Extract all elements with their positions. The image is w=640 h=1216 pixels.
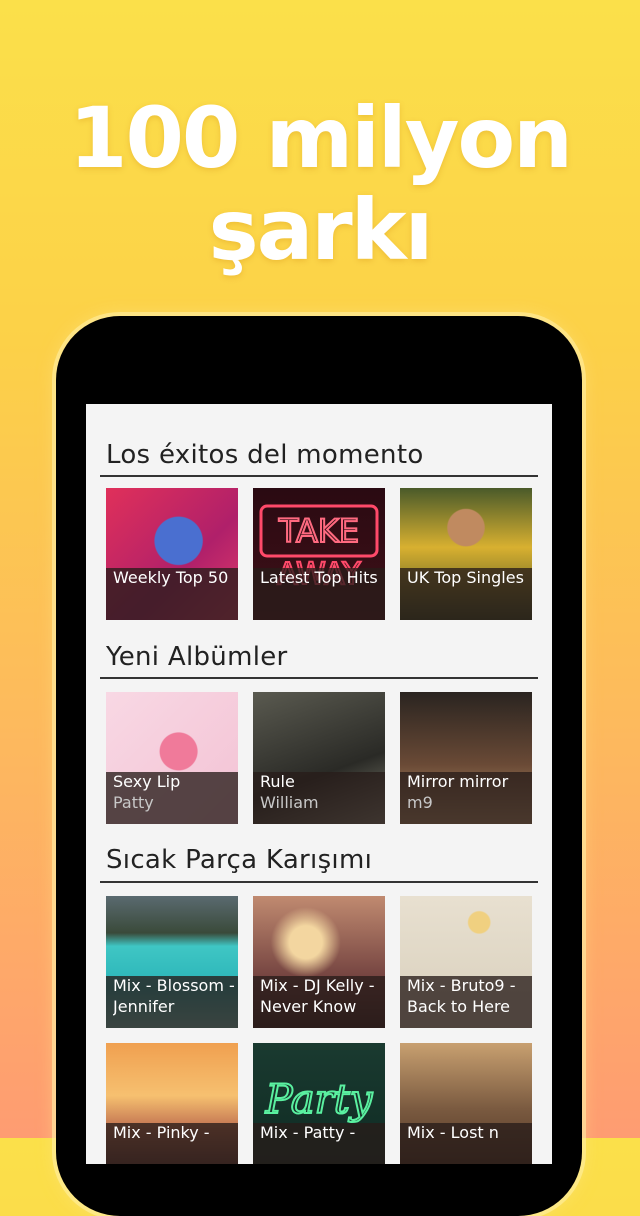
- headline: 100 milyon şarkı: [0, 92, 640, 276]
- tile-title: UK Top Singles: [407, 568, 524, 587]
- playlist-tile-weekly-top-50[interactable]: Weekly Top 50: [106, 488, 238, 620]
- section-title-trending: Los éxitos del momento: [106, 440, 424, 470]
- tile-artist: Patty: [113, 793, 154, 812]
- tile-title: Mix - Bruto9 -: [407, 976, 516, 995]
- app-screen: Los éxitos del momento Weekly Top 50 TAK…: [86, 404, 552, 1164]
- phone-frame: Los éxitos del momento Weekly Top 50 TAK…: [56, 316, 582, 1216]
- tile-title: Sexy Lip: [113, 772, 181, 791]
- tile-subtitle: Never Know: [260, 997, 357, 1016]
- headline-line-1: 100 milyon: [69, 89, 573, 187]
- tile-title: Mirror mirror: [407, 772, 509, 791]
- mix-tile-lost-n[interactable]: Mix - Lost n: [400, 1043, 532, 1164]
- tile-subtitle: Jennifer: [113, 997, 175, 1016]
- tile-subtitle: Back to Here: [407, 997, 511, 1016]
- neon-text-top: TAKE: [278, 512, 359, 550]
- section-divider: [100, 475, 538, 477]
- mix-tile-pinky[interactable]: Mix - Pinky -: [106, 1043, 238, 1164]
- tile-title: Mix - Blossom -: [113, 976, 234, 995]
- section-divider: [100, 677, 538, 679]
- mix-tile-patty[interactable]: Party Mix - Patty -: [253, 1043, 385, 1164]
- playlist-tile-latest-top-hits[interactable]: TAKE AWAY Latest Top Hits: [253, 488, 385, 620]
- tile-title: Rule: [260, 772, 295, 791]
- tile-artist: William: [260, 793, 319, 812]
- tile-title: Weekly Top 50: [113, 568, 229, 587]
- album-tile-mirror-mirror[interactable]: Mirror mirror m9: [400, 692, 532, 824]
- tile-title: Mix - Pinky -: [113, 1123, 210, 1142]
- section-title-hot-mix: Sıcak Parça Karışımı: [106, 845, 373, 875]
- tile-title: Latest Top Hits: [260, 568, 378, 587]
- headline-line-2: şarkı: [208, 181, 434, 279]
- mix-tile-dj-kelly[interactable]: Mix - DJ Kelly - Never Know: [253, 896, 385, 1028]
- mix-tile-blossom[interactable]: Mix - Blossom - Jennifer: [106, 896, 238, 1028]
- playlist-tile-uk-top-singles[interactable]: UK Top Singles: [400, 488, 532, 620]
- mix-tile-bruto9[interactable]: Mix - Bruto9 - Back to Here: [400, 896, 532, 1028]
- section-divider: [100, 881, 538, 883]
- tile-artist: m9: [407, 793, 433, 812]
- neon-script-text: Party: [265, 1077, 374, 1123]
- section-title-new-albums: Yeni Albümler: [106, 642, 288, 672]
- album-tile-rule[interactable]: Rule William: [253, 692, 385, 824]
- tile-title: Mix - Lost n: [407, 1123, 499, 1142]
- tile-title: Mix - Patty -: [260, 1123, 356, 1142]
- album-tile-sexy-lip[interactable]: Sexy Lip Patty: [106, 692, 238, 824]
- tile-title: Mix - DJ Kelly -: [260, 976, 375, 995]
